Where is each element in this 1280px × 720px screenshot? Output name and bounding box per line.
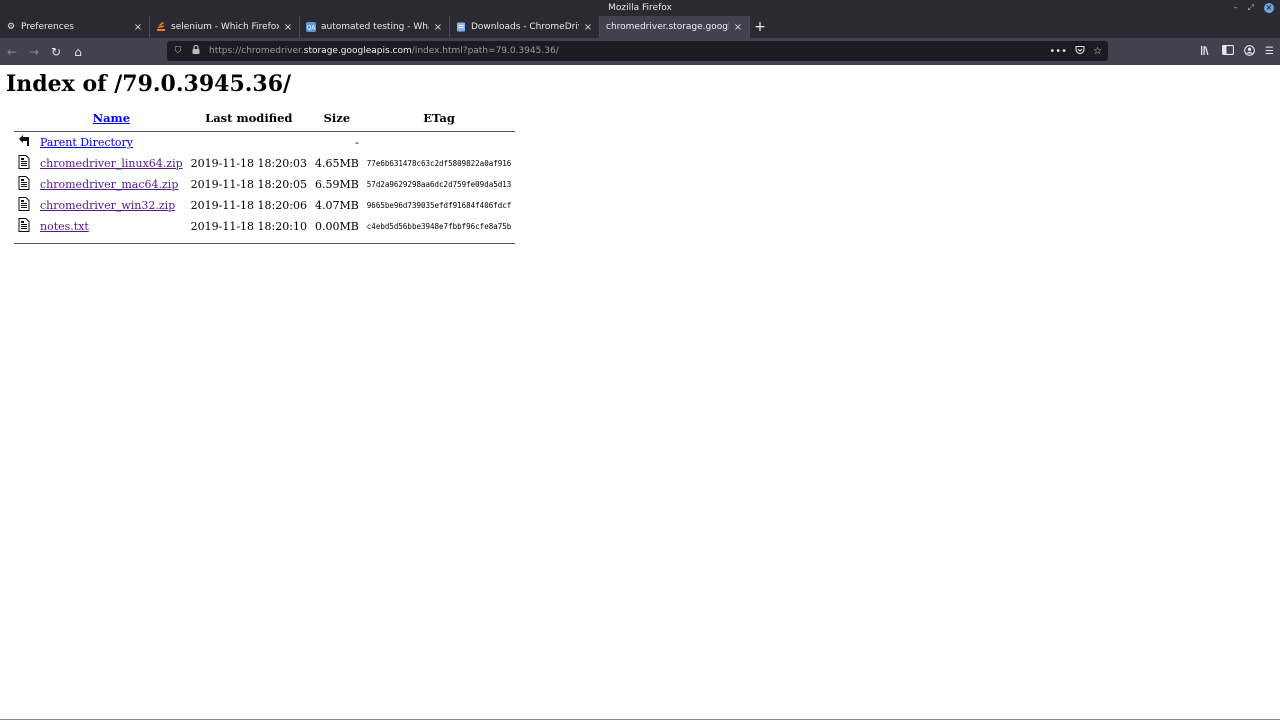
arrow-left-icon: ← — [6, 44, 18, 59]
pocket-icon[interactable] — [1075, 45, 1085, 58]
minimize-icon[interactable]: – — [1234, 2, 1238, 14]
file-link[interactable]: chromedriver_win32.zip — [40, 199, 175, 212]
gear-icon: ⚙ — [6, 22, 16, 32]
library-icon[interactable] — [1200, 45, 1212, 59]
window-controls: – ⤢ × — [1234, 2, 1274, 14]
file-size: 4.65MB — [314, 157, 359, 170]
close-tab-icon[interactable]: × — [283, 22, 293, 33]
url-host: storage.googleapis.com — [303, 46, 412, 56]
new-tab-button[interactable]: + — [750, 16, 770, 38]
url-prefix: https://chromedriver. — [209, 46, 304, 56]
file-size: 4.07MB — [314, 199, 359, 212]
size-column-header: Size — [323, 111, 351, 125]
tab-downloads-chromedriver[interactable]: Downloads - ChromeDriver × — [450, 16, 600, 38]
tab-title: selenium - Which Firefox b — [171, 22, 279, 32]
file-icon — [14, 216, 36, 237]
lock-icon[interactable] — [189, 44, 203, 57]
tab-title: automated testing - What i — [321, 22, 429, 32]
directory-listing-table: Name Last modified Size ETag Parent Dire… — [14, 109, 516, 244]
file-link[interactable]: notes.txt — [40, 220, 89, 233]
close-tab-icon[interactable]: × — [133, 22, 143, 33]
window-title: Mozilla Firefox — [608, 3, 672, 13]
parent-etag — [363, 132, 516, 153]
modified-column-header: Last modified — [205, 111, 293, 125]
url-path: /index.html?path=79.0.3945.36/ — [411, 46, 559, 56]
table-row-parent: Parent Directory - — [14, 132, 515, 153]
tab-strip: ⚙ Preferences × selenium - Which Firefox… — [0, 16, 1280, 38]
file-link[interactable]: chromedriver_mac64.zip — [40, 178, 178, 191]
reload-button[interactable]: ↻ — [46, 42, 66, 62]
tab-selenium[interactable]: selenium - Which Firefox b × — [150, 16, 300, 38]
svg-text:QA: QA — [307, 25, 316, 32]
toolbar-right: ☰ — [1200, 38, 1274, 65]
restore-icon[interactable]: ⤢ — [1248, 2, 1254, 14]
separator-row — [14, 237, 516, 244]
file-etag: c4ebd5d56bbe3948e7fbbf96cfe8a75b — [366, 222, 512, 231]
bookmark-star-icon[interactable]: ☆ — [1093, 46, 1102, 57]
account-icon[interactable] — [1244, 44, 1255, 59]
home-button[interactable]: ⌂ — [68, 42, 88, 62]
file-size: 0.00MB — [314, 220, 359, 233]
name-column-header: Name — [36, 109, 187, 131]
home-icon: ⌂ — [74, 44, 82, 59]
close-tab-icon[interactable]: × — [583, 22, 593, 33]
file-link[interactable]: chromedriver_linux64.zip — [40, 157, 183, 170]
sqa-icon: QA — [306, 22, 316, 32]
sidebar-icon[interactable] — [1222, 45, 1234, 58]
parent-modified — [187, 132, 311, 153]
more-actions-icon[interactable]: ••• — [1049, 46, 1067, 57]
hamburger-menu-icon[interactable]: ☰ — [1265, 46, 1274, 57]
file-size: 6.59MB — [314, 178, 359, 191]
window-titlebar: Mozilla Firefox – ⤢ × — [0, 0, 1280, 16]
stackoverflow-icon — [156, 21, 166, 32]
page-icon — [456, 22, 466, 32]
tab-automated-testing[interactable]: QA automated testing - What i × — [300, 16, 450, 38]
file-icon — [14, 195, 36, 216]
file-etag: 57d2a9629298aa6dc2d759fe09da5d13 — [366, 180, 512, 189]
icon-column-header — [14, 109, 36, 131]
table-header-row: Name Last modified Size ETag — [14, 109, 515, 131]
parent-directory-link[interactable]: Parent Directory — [40, 136, 133, 149]
file-icon — [14, 153, 36, 174]
url-actions: ••• ☆ — [1049, 41, 1102, 61]
sort-by-name-link[interactable]: Name — [93, 111, 130, 125]
file-icon — [14, 174, 36, 195]
tab-chromedriver-storage[interactable]: chromedriver.storage.googlea × — [600, 16, 750, 38]
table-row: notes.txt 2019-11-18 18:20:10 0.00MB c4e… — [14, 216, 515, 237]
file-etag: 77e6b631478c63c2df5809822a0af916 — [366, 159, 512, 168]
file-modified: 2019-11-18 18:20:10 — [190, 220, 307, 233]
table-row: chromedriver_linux64.zip 2019-11-18 18:2… — [14, 153, 515, 174]
arrow-right-icon: → — [28, 44, 40, 59]
close-tab-icon[interactable]: × — [433, 22, 443, 33]
page-title: Index of /79.0.3945.36/ — [6, 71, 292, 97]
file-modified: 2019-11-18 18:20:03 — [190, 157, 307, 170]
file-etag: 9665be96d739035efdf91684f406fdcf — [366, 201, 512, 210]
url-text[interactable]: https://chromedriver.storage.googleapis.… — [209, 46, 559, 56]
close-window-icon[interactable]: × — [1264, 3, 1274, 13]
back-button[interactable]: ← — [2, 42, 22, 62]
shield-icon[interactable]: ⛉ — [171, 46, 185, 56]
table-row: chromedriver_mac64.zip 2019-11-18 18:20:… — [14, 174, 515, 195]
tab-title: chromedriver.storage.googlea — [606, 22, 729, 32]
plus-icon: + — [754, 19, 766, 35]
tab-title: Downloads - ChromeDriver — [471, 22, 579, 32]
back-folder-icon — [14, 132, 36, 153]
tab-title: Preferences — [21, 22, 74, 32]
reload-icon: ↻ — [50, 44, 62, 59]
table-row: chromedriver_win32.zip 2019-11-18 18:20:… — [14, 195, 515, 216]
file-modified: 2019-11-18 18:20:05 — [190, 178, 307, 191]
close-tab-icon[interactable]: × — [733, 22, 743, 33]
tab-preferences[interactable]: ⚙ Preferences × — [0, 16, 150, 38]
parent-size: - — [355, 136, 359, 149]
etag-column-header: ETag — [423, 111, 455, 125]
file-modified: 2019-11-18 18:20:06 — [190, 199, 307, 212]
url-bar[interactable]: ⛉ https://chromedriver.storage.googleapi… — [167, 41, 1108, 61]
page-content: Index of /79.0.3945.36/ Name Last modifi… — [0, 65, 1280, 720]
forward-button[interactable]: → — [24, 42, 44, 62]
